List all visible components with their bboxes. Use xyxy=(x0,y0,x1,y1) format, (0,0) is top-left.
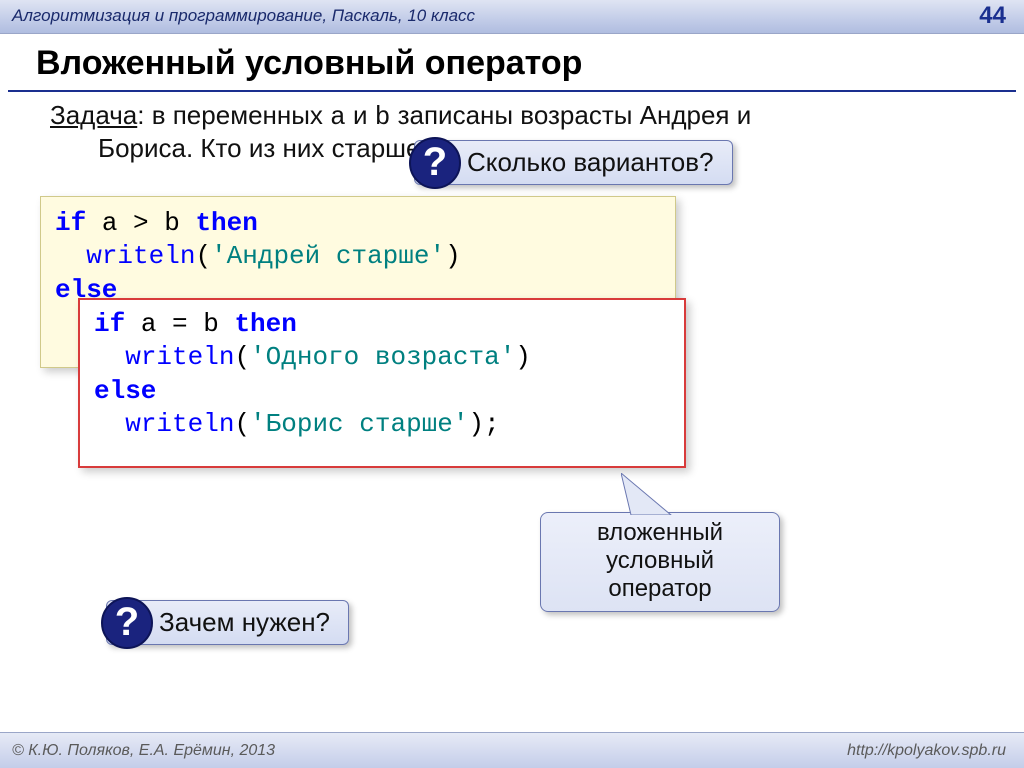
footer-copyright: © К.Ю. Поляков, Е.А. Ерёмин, 2013 xyxy=(12,742,275,760)
var-a: a xyxy=(330,102,346,132)
code-line-1: if a > b then xyxy=(55,207,661,240)
kw-else-2: else xyxy=(94,376,156,406)
indent-n2 xyxy=(94,342,125,372)
task-lead: Задача xyxy=(50,100,137,131)
header-bar: Алгоритмизация и программирование, Паска… xyxy=(0,0,1024,34)
indent-2 xyxy=(55,241,86,271)
page-number: 44 xyxy=(979,2,1006,30)
paren-o-1: ( xyxy=(195,241,211,271)
task-part2: записаны возрасты Андрея и xyxy=(390,100,751,130)
slide: Алгоритмизация и программирование, Паска… xyxy=(0,0,1024,768)
fn-writeln-2: writeln xyxy=(125,342,234,372)
callout-variants: ? Сколько вариантов? xyxy=(414,140,733,185)
nested-line-4: writeln('Борис старше'); xyxy=(94,408,670,441)
kw-then-2: then xyxy=(234,309,296,339)
footer-bar: © К.Ю. Поляков, Е.А. Ерёмин, 2013 http:/… xyxy=(0,732,1024,768)
nested-line-2: writeln('Одного возраста') xyxy=(94,341,670,374)
nested-line-1: if a = b then xyxy=(94,308,670,341)
label-nested-operator: вложенный условный оператор xyxy=(540,512,780,612)
paren-o-3: ( xyxy=(234,409,250,439)
semi: ; xyxy=(484,409,500,439)
str-3: 'Борис старше' xyxy=(250,409,468,439)
kw-then: then xyxy=(195,208,257,238)
fn-writeln-1: writeln xyxy=(86,241,195,271)
callout-why: ? Зачем нужен? xyxy=(106,600,349,645)
slide-title: Вложенный условный оператор xyxy=(36,44,582,83)
paren-c-2: ) xyxy=(515,342,531,372)
paren-c-3: ) xyxy=(468,409,484,439)
title-underline xyxy=(8,90,1016,92)
fn-writeln-3: writeln xyxy=(125,409,234,439)
label-line1: вложенный xyxy=(549,519,771,547)
label-line2: условный xyxy=(549,547,771,575)
question-icon: ? xyxy=(409,137,461,189)
callout-why-text: Зачем нужен? xyxy=(159,607,330,638)
cond-2: a = b xyxy=(125,309,234,339)
var-b: b xyxy=(375,102,391,132)
kw-if: if xyxy=(55,208,86,238)
callout-variants-text: Сколько вариантов? xyxy=(467,147,714,178)
str-1: 'Андрей старше' xyxy=(211,241,445,271)
paren-c-1: ) xyxy=(445,241,461,271)
footer-url: http://kpolyakov.spb.ru xyxy=(847,742,1006,760)
code-line-2: writeln('Андрей старше') xyxy=(55,240,661,273)
label-line3: оператор xyxy=(549,575,771,603)
str-2: 'Одного возраста' xyxy=(250,342,515,372)
indent-n4 xyxy=(94,409,125,439)
task-part1: в переменных xyxy=(144,100,330,130)
course-title: Алгоритмизация и программирование, Паска… xyxy=(12,6,475,26)
kw-if-2: if xyxy=(94,309,125,339)
code-block-nested: if a = b then writeln('Одного возраста')… xyxy=(78,298,686,468)
question-icon-2: ? xyxy=(101,597,153,649)
nested-line-3: else xyxy=(94,375,670,408)
paren-o-2: ( xyxy=(234,342,250,372)
cond-1: a > b xyxy=(86,208,195,238)
callout-tail-icon xyxy=(621,473,681,515)
task-mid: и xyxy=(346,100,375,130)
